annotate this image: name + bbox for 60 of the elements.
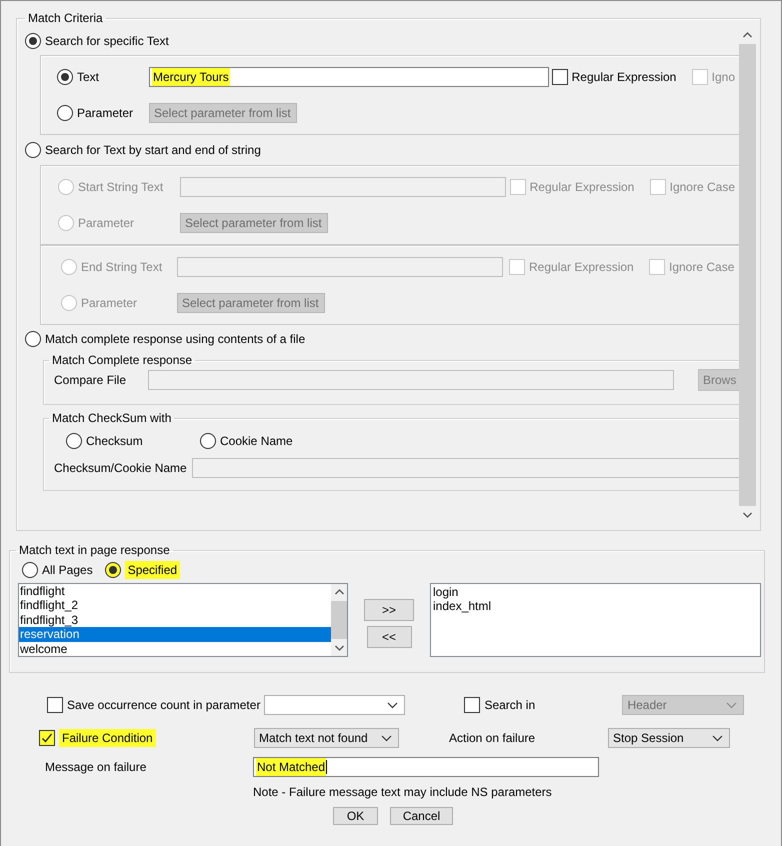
list-item[interactable]: findflight_2 xyxy=(19,598,331,613)
group-title: Match CheckSum with xyxy=(51,411,172,425)
radio-label[interactable]: All Pages xyxy=(42,563,93,577)
radio-label[interactable]: Parameter xyxy=(77,106,134,120)
field-label: Message on failure xyxy=(45,760,148,774)
checkbox-label[interactable]: Failure Condition xyxy=(59,729,156,747)
radio-button[interactable] xyxy=(57,69,73,85)
remove-button[interactable]: << xyxy=(366,626,412,648)
group-title: Match Complete response xyxy=(51,353,194,367)
checkbox-label[interactable]: Search in xyxy=(484,698,536,712)
dropdown[interactable]: Match text not found xyxy=(254,728,399,748)
add-button[interactable]: >> xyxy=(364,599,414,621)
scrollbar[interactable] xyxy=(331,584,347,656)
radio-button[interactable] xyxy=(57,105,73,121)
checkbox[interactable] xyxy=(464,697,480,713)
radio-button[interactable] xyxy=(22,562,38,578)
radio-label[interactable]: Specified xyxy=(124,561,180,579)
radio-button[interactable] xyxy=(25,33,41,49)
radio-button[interactable] xyxy=(25,142,41,158)
radio-button[interactable] xyxy=(104,562,121,578)
group-title: Match text in page response xyxy=(18,543,171,557)
dialog-button[interactable]: Cancel xyxy=(390,807,453,825)
group-title: Match Criteria xyxy=(27,11,104,25)
checkbox[interactable] xyxy=(552,69,568,85)
radio-label[interactable]: Text xyxy=(77,70,100,84)
checkmark-icon xyxy=(41,732,53,744)
text-field[interactable] xyxy=(180,177,506,197)
caret-icon xyxy=(712,734,723,742)
radio-button[interactable] xyxy=(200,433,216,449)
field-label: Checksum/Cookie Name xyxy=(54,461,188,475)
radio-label[interactable]: Cookie Name xyxy=(220,434,293,448)
list-item[interactable]: reservation xyxy=(19,627,331,642)
radio-button[interactable] xyxy=(66,433,82,449)
dropdown[interactable]: Stop Session xyxy=(608,728,730,748)
list-item[interactable]: index_html xyxy=(431,599,760,614)
text-field[interactable] xyxy=(192,458,739,478)
field-label: Compare File xyxy=(54,373,128,387)
radio-label[interactable]: Checksum xyxy=(86,434,143,448)
caret-icon xyxy=(726,702,738,708)
text-field[interactable]: Not Matched xyxy=(253,757,599,777)
text-field[interactable] xyxy=(148,370,674,390)
list-item[interactable]: findflight_3 xyxy=(19,612,331,628)
radio-label[interactable]: Search for specific Text xyxy=(45,34,169,48)
list-item[interactable]: login xyxy=(431,585,760,600)
text-field[interactable] xyxy=(177,257,503,277)
caret-icon xyxy=(381,734,392,742)
caret-icon xyxy=(387,702,398,708)
note-text: Note - Failure message text may include NS parameters xyxy=(253,785,552,799)
list-item[interactable]: findflight xyxy=(19,584,331,598)
field-label: Action on failure xyxy=(449,731,536,745)
radio-button[interactable] xyxy=(25,331,41,347)
text-field[interactable]: Mercury Tours xyxy=(149,67,549,87)
radio-label[interactable]: Match complete response using contents of a file xyxy=(45,332,306,346)
list-item[interactable]: welcome xyxy=(19,642,331,656)
checkbox[interactable] xyxy=(47,697,63,713)
checkbox-label[interactable]: Regular Expression xyxy=(572,70,676,84)
radio-label[interactable]: Search for Text by start and end of string xyxy=(45,143,261,157)
checkbox[interactable] xyxy=(39,730,55,746)
dialog-button[interactable]: OK xyxy=(333,807,378,825)
checkbox-label[interactable]: Save occurrence count in parameter xyxy=(67,698,260,712)
